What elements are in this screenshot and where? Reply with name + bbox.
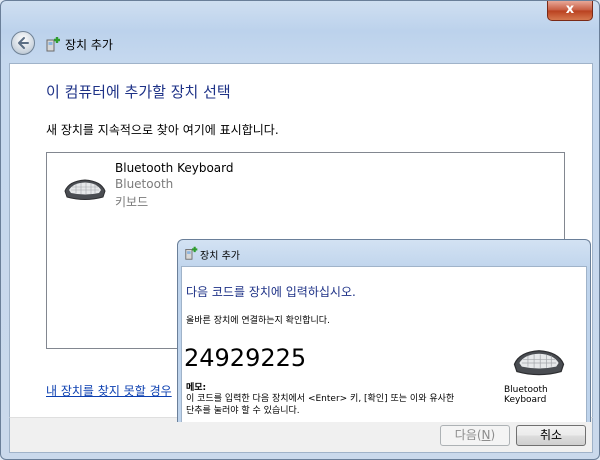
device-category: 키보드 <box>115 195 149 209</box>
navigation-bar: 장치 추가 <box>9 29 589 59</box>
keyboard-icon <box>64 179 106 200</box>
popup-title: 장치 추가 <box>200 251 240 262</box>
pairing-code-dialog: 장치 추가 다음 코드를 장치에 입력하십시오. 올바른 장치에 연결하는지 확… <box>177 239 591 422</box>
popup-titlebar[interactable]: 장치 추가 <box>178 240 590 266</box>
device-item-bluetooth-keyboard[interactable]: Bluetooth Keyboard Bluetooth 키보드 <box>59 159 259 215</box>
device-wizard-icon <box>185 246 198 260</box>
next-button-label-end: ) <box>490 428 496 442</box>
next-button-accelerator: N <box>481 428 491 442</box>
memo-text: 이 코드를 입력한 다음 장치에서 <Enter> 키, [확인] 또는 이와 … <box>186 393 486 417</box>
next-button[interactable]: 다음(N) <box>440 425 510 446</box>
add-device-window: x 장치 추가 이 컴퓨터에 추가할 장치 선택 새 장치를 지속적으로 찾아 … <box>0 0 600 460</box>
keyboard-icon <box>513 350 565 376</box>
popup-description: 올바른 장치에 연결하는지 확인합니다. <box>186 316 330 326</box>
cancel-button[interactable]: 취소 <box>516 425 586 446</box>
dialog-footer: 다음(N) 취소 <box>9 417 593 453</box>
popup-body: 다음 코드를 장치에 입력하십시오. 올바른 장치에 연결하는지 확인합니다. … <box>181 266 587 422</box>
memo-label: 메모: <box>186 383 207 393</box>
back-button[interactable] <box>11 31 35 55</box>
popup-device-label: Bluetooth Keyboard <box>504 385 548 405</box>
page-heading: 이 컴퓨터에 추가할 장치 선택 <box>46 83 231 101</box>
pairing-code: 24929225 <box>184 344 307 372</box>
popup-heading: 다음 코드를 장치에 입력하십시오. <box>186 285 356 299</box>
device-wizard-icon <box>46 37 60 52</box>
close-button[interactable]: x <box>547 1 593 21</box>
device-not-found-link[interactable]: 내 장치를 찾지 못할 경우 <box>46 382 172 399</box>
memo-line-2: 단추를 눌러야 할 수 있습니다. <box>186 406 300 416</box>
page-description: 새 장치를 지속적으로 찾아 여기에 표시합니다. <box>46 123 279 137</box>
window-title: 장치 추가 <box>65 38 113 52</box>
device-name: Bluetooth Keyboard <box>115 161 234 175</box>
next-button-label: 다음( <box>454 428 482 442</box>
memo-line-1: 이 코드를 입력한 다음 장치에서 <Enter> 키, [확인] 또는 이와 … <box>186 394 455 404</box>
back-arrow-icon <box>18 37 29 49</box>
device-type: Bluetooth <box>115 177 174 191</box>
close-icon: x <box>565 2 575 17</box>
